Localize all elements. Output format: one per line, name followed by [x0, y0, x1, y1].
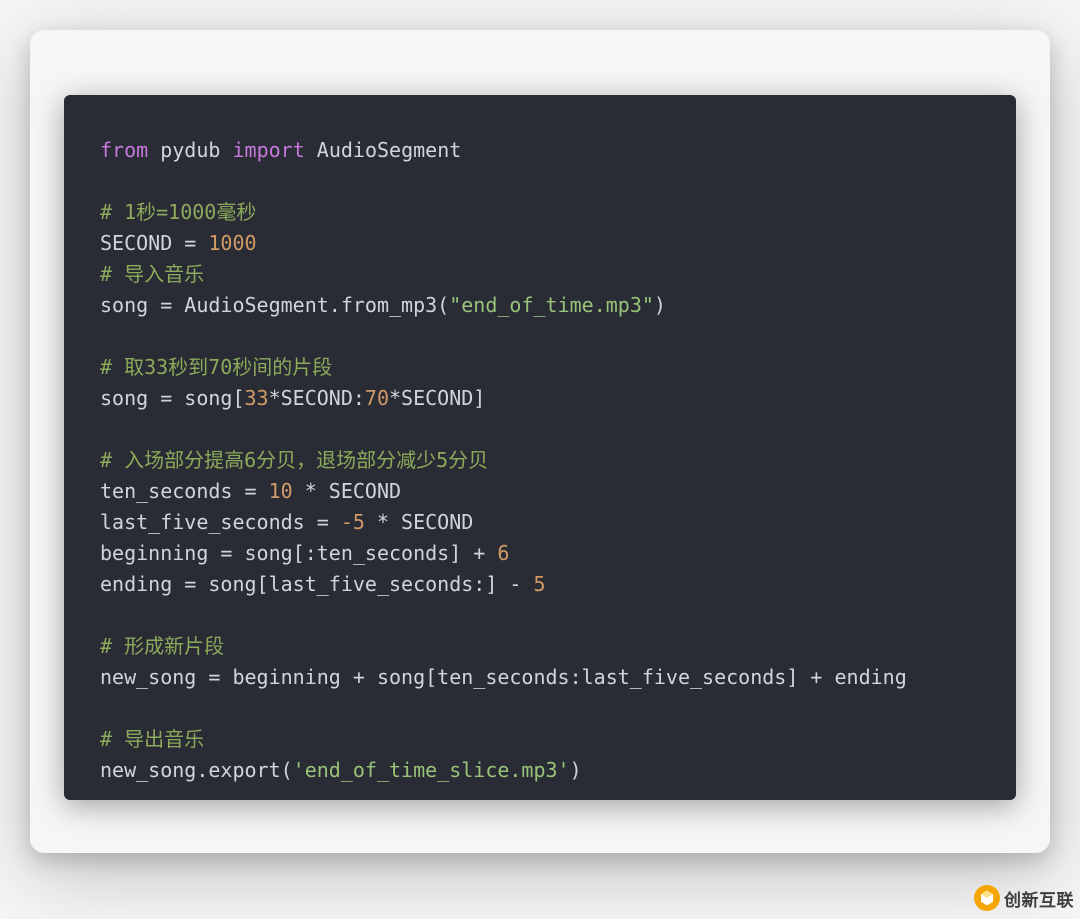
number-1000: 1000 — [208, 231, 256, 255]
code-text: *SECOND: — [269, 386, 365, 410]
code-text: ) — [570, 758, 582, 782]
comment-4: # 入场部分提高6分贝，退场部分减少5分贝 — [100, 448, 488, 472]
comment-5: # 形成新片段 — [100, 634, 224, 658]
number-6: 6 — [497, 541, 509, 565]
number-70: 70 — [365, 386, 389, 410]
number-neg5: -5 — [341, 510, 365, 534]
code-text: new_song = beginning + song[ten_seconds:… — [100, 665, 907, 689]
watermark: 创新互联 — [974, 885, 1074, 911]
module-pydub: pydub — [160, 138, 220, 162]
watermark-text: 创新互联 — [1004, 886, 1074, 911]
code-text: * SECOND — [365, 510, 473, 534]
string-file: "end_of_time.mp3" — [449, 293, 654, 317]
comment-3: # 取33秒到70秒间的片段 — [100, 355, 332, 379]
comment-6: # 导出音乐 — [100, 727, 204, 751]
code-text: SECOND = — [100, 231, 208, 255]
watermark-logo-icon — [974, 885, 1000, 911]
code-text: beginning = song[:ten_seconds] + — [100, 541, 497, 565]
code-text: new_song.export( — [100, 758, 293, 782]
number-33: 33 — [245, 386, 269, 410]
code-text: song = AudioSegment.from_mp3( — [100, 293, 449, 317]
comment-2: # 导入音乐 — [100, 262, 204, 286]
keyword-from: from — [100, 138, 148, 162]
code-text: ten_seconds = — [100, 479, 269, 503]
comment-1: # 1秒=1000毫秒 — [100, 200, 256, 224]
string-outfile: 'end_of_time_slice.mp3' — [293, 758, 570, 782]
code-text: song = song[ — [100, 386, 245, 410]
code-text: ) — [654, 293, 666, 317]
code-content: from pydub import AudioSegment # 1秒=1000… — [100, 135, 980, 786]
code-block: from pydub import AudioSegment # 1秒=1000… — [64, 95, 1016, 800]
code-text: *SECOND] — [389, 386, 485, 410]
code-text: ending = song[last_five_seconds:] - — [100, 572, 533, 596]
number-10: 10 — [269, 479, 293, 503]
code-text: last_five_seconds = — [100, 510, 341, 534]
class-audiosegment: AudioSegment — [317, 138, 462, 162]
code-text: * SECOND — [293, 479, 401, 503]
number-5: 5 — [533, 572, 545, 596]
keyword-import: import — [232, 138, 304, 162]
